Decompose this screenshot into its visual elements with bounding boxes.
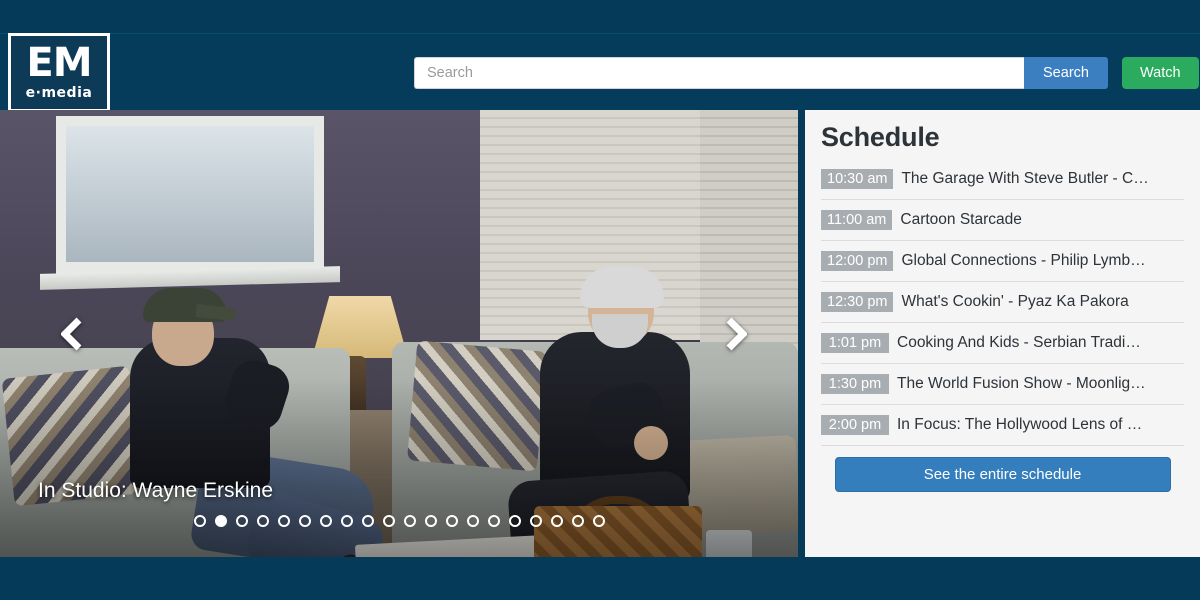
carousel-dot[interactable] bbox=[445, 515, 458, 527]
page-root: EM e·media Search Watch bbox=[0, 0, 1200, 600]
schedule-item-time: 1:01 pm bbox=[821, 333, 889, 353]
schedule-item-time: 2:00 pm bbox=[821, 415, 889, 435]
see-entire-schedule-button[interactable]: See the entire schedule bbox=[834, 457, 1171, 492]
schedule-item-title: The World Fusion Show - Moonlig… bbox=[897, 375, 1146, 392]
schedule-item-title: Cartoon Starcade bbox=[900, 211, 1022, 228]
search-button[interactable]: Search bbox=[1024, 57, 1108, 89]
carousel-dot[interactable] bbox=[424, 515, 437, 527]
schedule-item[interactable]: 12:30 pm What's Cookin' - Pyaz Ka Pakora bbox=[821, 282, 1184, 323]
watch-button[interactable]: Watch bbox=[1122, 57, 1199, 89]
schedule-item[interactable]: 2:00 pm In Focus: The Hollywood Lens of … bbox=[821, 405, 1184, 446]
carousel-dots[interactable] bbox=[0, 515, 798, 527]
logo-mark-text: EM bbox=[26, 40, 92, 86]
schedule-item-title: Global Connections - Philip Lymb… bbox=[901, 252, 1146, 269]
featured-carousel[interactable]: In Studio: Wayne Erskine bbox=[0, 110, 798, 557]
schedule-item[interactable]: 1:01 pm Cooking And Kids - Serbian Tradi… bbox=[821, 323, 1184, 364]
carousel-dot[interactable] bbox=[214, 515, 227, 527]
carousel-dot[interactable] bbox=[592, 515, 605, 527]
schedule-item-title: What's Cookin' - Pyaz Ka Pakora bbox=[901, 293, 1129, 310]
carousel-dot[interactable] bbox=[193, 515, 206, 527]
search-input[interactable] bbox=[414, 57, 1024, 89]
carousel-dot[interactable] bbox=[529, 515, 542, 527]
carousel-dot[interactable] bbox=[487, 515, 500, 527]
schedule-panel: Schedule 10:30 am The Garage With Steve B… bbox=[805, 110, 1200, 557]
schedule-item-time: 1:30 pm bbox=[821, 374, 889, 394]
chevron-left-icon[interactable] bbox=[52, 306, 92, 362]
schedule-item-time: 11:00 am bbox=[821, 210, 893, 230]
carousel-dot[interactable] bbox=[403, 515, 416, 527]
carousel-dot[interactable] bbox=[550, 515, 563, 527]
schedule-item-time: 12:00 pm bbox=[821, 251, 894, 271]
carousel-dot[interactable] bbox=[319, 515, 332, 527]
carousel-dot[interactable] bbox=[571, 515, 584, 527]
logo-sub-text: e·media bbox=[25, 85, 93, 101]
carousel-dot[interactable] bbox=[235, 515, 248, 527]
chevron-right-icon[interactable] bbox=[716, 306, 756, 362]
site-header: EM e·media Search Watch bbox=[0, 33, 1200, 112]
schedule-item[interactable]: 10:30 am The Garage With Steve Butler - C… bbox=[821, 159, 1184, 200]
search-form: Search bbox=[414, 57, 1108, 89]
carousel-dot[interactable] bbox=[382, 515, 395, 527]
em-logo-icon[interactable]: EM e·media bbox=[8, 33, 110, 112]
schedule-title: Schedule bbox=[821, 122, 940, 152]
carousel-dot[interactable] bbox=[256, 515, 269, 527]
schedule-item-title: Cooking And Kids - Serbian Tradi… bbox=[897, 334, 1141, 351]
carousel-dot[interactable] bbox=[277, 515, 290, 527]
carousel-dot[interactable] bbox=[508, 515, 521, 527]
schedule-item[interactable]: 12:00 pm Global Connections - Philip Lymb… bbox=[821, 241, 1184, 282]
carousel-dot[interactable] bbox=[466, 515, 479, 527]
schedule-list: 10:30 am The Garage With Steve Butler - C… bbox=[821, 159, 1184, 446]
carousel-dot[interactable] bbox=[361, 515, 374, 527]
schedule-item-time: 10:30 am bbox=[821, 169, 894, 189]
schedule-item-title: The Garage With Steve Butler - C… bbox=[901, 170, 1149, 187]
carousel-dot[interactable] bbox=[340, 515, 353, 527]
carousel-dot[interactable] bbox=[298, 515, 311, 527]
schedule-item[interactable]: 11:00 am Cartoon Starcade bbox=[821, 200, 1184, 241]
schedule-item[interactable]: 1:30 pm The World Fusion Show - Moonlig… bbox=[821, 364, 1184, 405]
schedule-item-time: 12:30 pm bbox=[821, 292, 894, 312]
schedule-item-title: In Focus: The Hollywood Lens of … bbox=[897, 416, 1143, 433]
carousel-caption: In Studio: Wayne Erskine bbox=[38, 479, 273, 502]
